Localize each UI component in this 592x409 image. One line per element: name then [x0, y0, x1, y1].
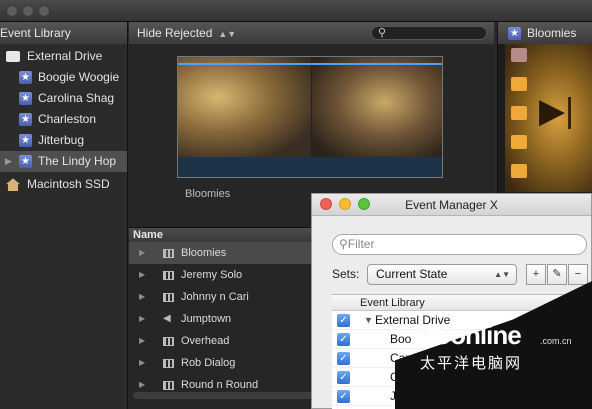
viewer-titlebar: ★ Bloomies — [498, 22, 592, 44]
clip-name: Round n Round — [181, 379, 259, 391]
library-item-label: Charleston — [38, 112, 97, 126]
library-item-jitterbug[interactable]: ★ Jitterbug — [0, 130, 127, 151]
edit-set-button[interactable]: ✎ — [547, 264, 567, 285]
audio-waveform — [178, 157, 442, 177]
film-sprocket — [511, 164, 527, 178]
dialog-close-button[interactable] — [320, 198, 332, 210]
filter-search-field[interactable]: ⚲Filter — [332, 234, 587, 255]
checkbox[interactable]: ✓ — [337, 314, 350, 327]
event-library-panel: Event Library External Drive ★ Boogie Woo… — [0, 22, 128, 409]
drive-icon — [6, 51, 20, 63]
hide-rejected-popup[interactable]: Hide Rejected ▲▼ — [137, 26, 236, 40]
browser-search-field[interactable]: ⚲ — [371, 26, 487, 40]
checkbox[interactable]: ✓ — [337, 371, 350, 384]
zoom-button[interactable] — [38, 5, 50, 17]
library-item-carolina-shag[interactable]: ★ Carolina Shag — [0, 88, 127, 109]
final-cut-window: Event Library External Drive ★ Boogie Woo… — [0, 0, 592, 409]
filmstrip-icon — [163, 248, 174, 258]
minimize-button[interactable] — [22, 5, 34, 17]
viewer-title: Bloomies — [527, 26, 577, 40]
dialog-zoom-button[interactable] — [358, 198, 370, 210]
library-item-label: Macintosh SSD — [27, 177, 110, 191]
watermark-domain: .com.cn — [540, 336, 572, 346]
filmstrip-icon — [163, 292, 174, 302]
disclosure-triangle-icon[interactable]: ▶ — [139, 330, 145, 352]
sets-popup[interactable]: Current State ▲▼ — [367, 264, 517, 285]
library-item-label: Carolina Shag — [38, 91, 115, 105]
minus-icon: − — [574, 268, 582, 280]
film-sprocket — [511, 106, 527, 120]
clip-name: Johnny n Cari — [181, 291, 249, 303]
add-set-button[interactable]: + — [526, 264, 546, 285]
filmstrip-icon — [163, 380, 174, 390]
dialog-minimize-button[interactable] — [339, 198, 351, 210]
plus-icon: + — [532, 268, 540, 280]
watermark-chinese: 太平洋电脑网 — [420, 355, 523, 372]
star-icon: ★ — [19, 71, 32, 85]
disclosure-triangle-icon[interactable]: ▼ — [364, 311, 373, 330]
dialog-title: Event Manager X — [405, 198, 498, 212]
window-titlebar — [0, 0, 592, 22]
clip-name: Overhead — [181, 335, 230, 347]
filter-label: Hide Rejected — [137, 26, 213, 40]
dialog-titlebar: Event Manager X — [312, 194, 591, 216]
watermark-logo: PConline — [416, 320, 522, 350]
library-item-charleston[interactable]: ★ Charleston — [0, 109, 127, 130]
disclosure-triangle-icon[interactable]: ▶ — [139, 286, 145, 308]
search-icon: ⚲ — [339, 237, 348, 251]
updown-arrows-icon: ▲▼ — [494, 270, 510, 279]
clip-name: Rob Dialog — [181, 357, 236, 369]
close-button[interactable] — [6, 5, 18, 17]
library-item-label: The Lindy Hop — [38, 154, 117, 168]
library-item-label: External Drive — [27, 49, 103, 63]
filmstrip-icon — [163, 358, 174, 368]
clip-name: Jeremy Solo — [181, 269, 243, 281]
star-icon: ★ — [508, 27, 521, 41]
clip-filmstrip[interactable] — [177, 56, 443, 178]
browser-toolbar: Hide Rejected ▲▼ ⚲ — [129, 22, 494, 44]
filmstrip-icon — [163, 270, 174, 280]
remove-set-button[interactable]: − — [568, 264, 588, 285]
disclosure-triangle-icon[interactable]: ▶ — [139, 242, 145, 264]
disclosure-triangle-icon[interactable]: ▶ — [139, 308, 145, 330]
search-icon: ⚲ — [378, 27, 387, 39]
film-sprocket — [511, 48, 527, 62]
filmstrip-frame — [311, 57, 442, 157]
library-item-label: Boogie Woogie — [38, 70, 120, 84]
star-icon: ★ — [19, 155, 32, 169]
film-sprocket — [511, 135, 527, 149]
filmstrip-frame — [178, 57, 311, 157]
library-item-external-drive[interactable]: External Drive — [0, 46, 127, 67]
star-icon: ★ — [19, 134, 32, 148]
filmstrip-icon — [163, 336, 174, 346]
disclosure-triangle-icon[interactable]: ▶ — [139, 352, 145, 374]
disclosure-triangle-icon[interactable]: ▶ — [139, 264, 145, 286]
star-icon: ★ — [19, 113, 32, 127]
clip-name: Jumptown — [181, 313, 232, 325]
playhead-marker-icon: ▶| — [539, 92, 574, 130]
house-icon — [6, 178, 20, 192]
keyword-range-line — [178, 63, 442, 65]
checkbox[interactable]: ✓ — [337, 352, 350, 365]
filter-placeholder: Filter — [347, 237, 375, 251]
library-item-the-lindy-hop[interactable]: ▶ ★ The Lindy Hop — [0, 151, 127, 172]
speaker-icon: ◀ — [163, 313, 171, 325]
library-item-label: Jitterbug — [38, 133, 85, 147]
sets-label: Sets: — [332, 267, 360, 281]
row-label: Boo — [390, 332, 412, 346]
disclosure-triangle-icon[interactable]: ▶ — [5, 151, 12, 172]
library-item-macintosh-ssd[interactable]: Macintosh SSD — [0, 174, 127, 195]
checkbox[interactable]: ✓ — [337, 390, 350, 403]
updown-arrows-icon: ▲▼ — [218, 29, 237, 39]
viewer-frame-image: ▶| — [505, 44, 592, 192]
clip-name: Bloomies — [181, 247, 227, 259]
checkbox[interactable]: ✓ — [337, 333, 350, 346]
sets-value: Current State — [376, 267, 448, 281]
library-item-boogie-woogie[interactable]: ★ Boogie Woogie — [0, 67, 127, 88]
star-icon: ★ — [19, 92, 32, 106]
event-library-header: Event Library — [0, 22, 127, 44]
pencil-icon: ✎ — [552, 268, 562, 280]
film-sprocket — [511, 77, 527, 91]
